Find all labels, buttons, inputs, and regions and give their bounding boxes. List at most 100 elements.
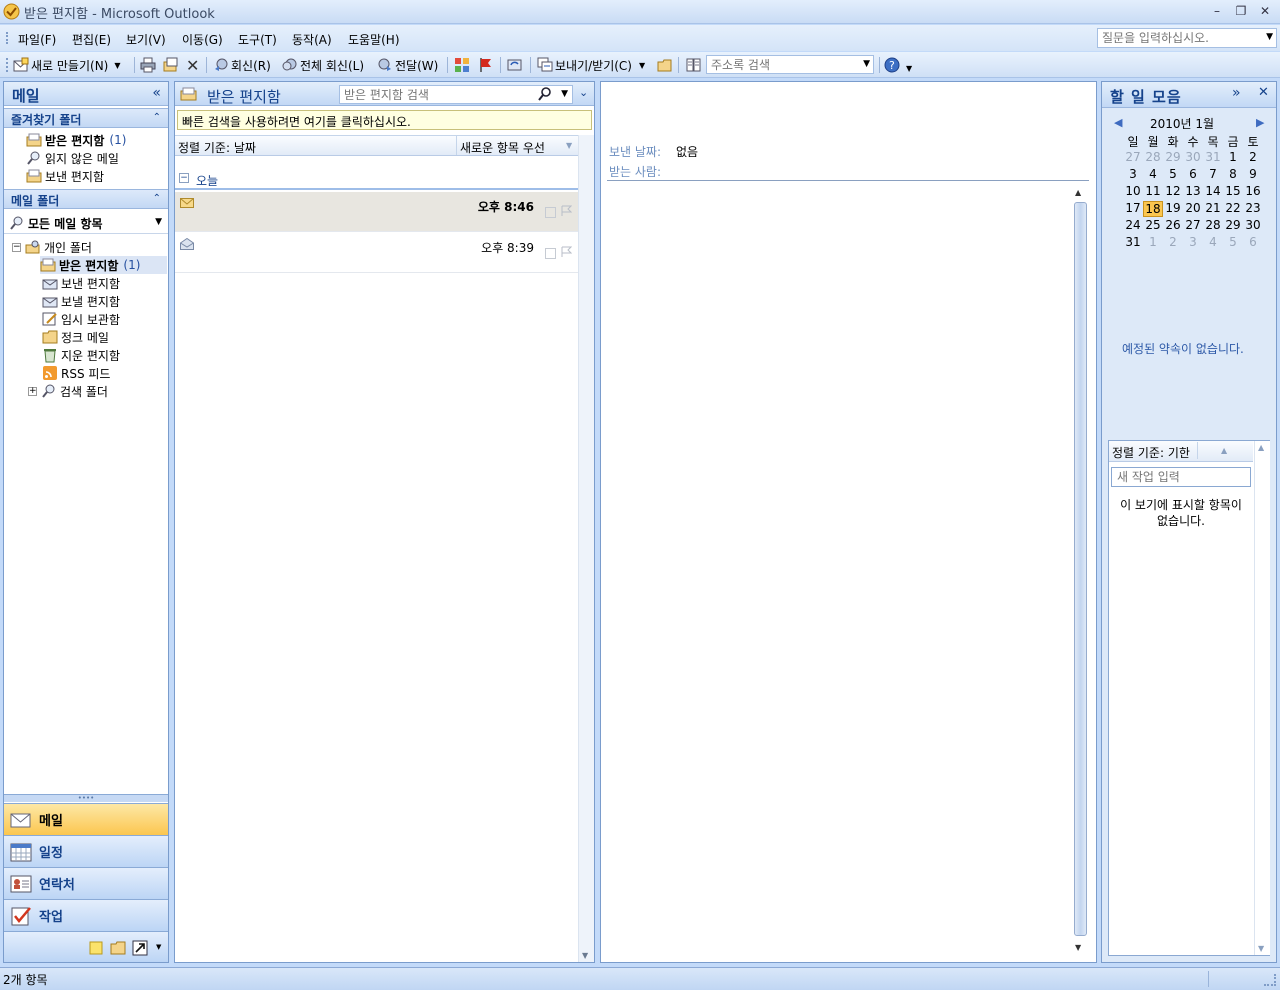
mail-folders-header[interactable]: 메일 폴더 ⌃ (4, 189, 168, 209)
collapse-navigation-icon[interactable]: « (152, 85, 161, 101)
calendar-day[interactable]: 11 (1143, 184, 1163, 198)
previous-month-icon[interactable]: ◀ (1114, 116, 1122, 129)
favorite-inbox[interactable]: 받은 편지함 (1) (26, 131, 126, 149)
calendar-today[interactable]: 18 (1143, 201, 1163, 217)
calendar-day[interactable]: 3 (1123, 167, 1143, 181)
next-month-icon[interactable]: ▶ (1256, 116, 1264, 129)
move-to-folder-button[interactable] (163, 56, 181, 74)
folder-outbox[interactable]: 보낼 편지함 (42, 292, 120, 310)
sort-order-label[interactable]: 새로운 항목 우선 (460, 139, 545, 156)
address-book-button[interactable] (686, 56, 704, 74)
flag-status-icon[interactable] (560, 205, 572, 217)
menu-view[interactable]: 보기(V) (126, 31, 166, 48)
expand-todo-icon[interactable]: » (1232, 85, 1241, 101)
calendar-day[interactable]: 6 (1183, 167, 1203, 181)
calendar-day[interactable]: 4 (1143, 167, 1163, 181)
toolbar-grip[interactable] (6, 58, 9, 72)
nav-button-tasks[interactable]: 작업 (4, 899, 168, 931)
search-icon[interactable] (538, 87, 552, 101)
shortcuts-icon[interactable] (132, 940, 148, 956)
calendar-day[interactable]: 16 (1243, 184, 1263, 198)
help-button[interactable]: ? (884, 56, 902, 74)
maximize-button[interactable]: ❐ (1230, 3, 1252, 19)
favorite-unread-mail[interactable]: 읽지 않은 메일 (26, 149, 119, 167)
forward-button[interactable]: 전달(W) (377, 56, 438, 74)
close-button[interactable]: ✕ (1254, 3, 1276, 19)
address-search-dropdown-icon[interactable]: ▼ (863, 59, 870, 69)
task-list-scrollbar[interactable]: ▲ ▼ (1254, 441, 1270, 955)
menu-edit[interactable]: 편집(E) (72, 31, 111, 48)
calendar-day[interactable]: 23 (1243, 201, 1263, 215)
calendar-day[interactable]: 1 (1223, 150, 1243, 164)
notes-icon[interactable] (88, 940, 104, 956)
collapse-favorites-icon[interactable]: ⌃ (153, 112, 161, 123)
calendar-day[interactable]: 25 (1143, 218, 1163, 232)
nav-button-contacts[interactable]: 연락처 (4, 867, 168, 899)
calendar-day[interactable]: 29 (1223, 218, 1243, 232)
expand-query-builder-icon[interactable]: ⌄ (579, 86, 588, 99)
collapse-mail-folders-icon[interactable]: ⌃ (153, 193, 161, 204)
menu-file[interactable]: 파일(F) (18, 31, 56, 48)
scroll-up-icon[interactable]: ▲ (1258, 443, 1264, 452)
scroll-down-icon[interactable]: ▼ (1258, 944, 1264, 953)
categorize-checkbox[interactable] (545, 207, 556, 218)
calendar-day[interactable]: 27 (1123, 150, 1143, 164)
scroll-up-icon[interactable]: ▲ (1075, 188, 1081, 197)
send-receive-dropdown-icon[interactable]: ▼ (639, 61, 645, 70)
configure-buttons-icon[interactable]: ▼ (156, 943, 161, 951)
new-dropdown-icon[interactable]: ▼ (114, 61, 120, 70)
quick-search-hint-bar[interactable]: 빠른 검색을 사용하려면 여기를 클릭하십시오. (177, 110, 592, 130)
calendar-day[interactable]: 31 (1203, 150, 1223, 164)
find-folder-button[interactable] (657, 56, 675, 74)
print-button[interactable] (140, 56, 158, 74)
collapse-group-icon[interactable]: − (179, 173, 189, 183)
favorite-sent-items[interactable]: 보낸 편지함 (26, 167, 104, 185)
categorize-checkbox[interactable] (545, 248, 556, 259)
calendar-day[interactable]: 31 (1123, 235, 1143, 249)
folder-deleted-items[interactable]: 지운 편지함 (42, 346, 120, 364)
calendar-day[interactable]: 28 (1203, 218, 1223, 232)
sort-by-label[interactable]: 정렬 기준: 날짜 (178, 139, 256, 156)
folder-sent-items[interactable]: 보낸 편지함 (42, 274, 120, 292)
calendar-day[interactable]: 27 (1183, 218, 1203, 232)
minimize-button[interactable]: – (1206, 3, 1228, 19)
folder-list-icon[interactable] (110, 940, 126, 956)
folder-drafts[interactable]: 임시 보관함 (42, 310, 120, 328)
calendar-day[interactable]: 1 (1143, 235, 1163, 249)
calendar-day[interactable]: 28 (1143, 150, 1163, 164)
calendar-day[interactable]: 30 (1243, 218, 1263, 232)
message-row[interactable]: 오후 8:46 (175, 192, 578, 232)
scroll-down-icon[interactable]: ▼ (582, 951, 588, 960)
reply-all-button[interactable]: 전체 회신(L) (282, 56, 364, 74)
help-question-input[interactable] (1098, 29, 1258, 47)
folder-inbox[interactable]: 받은 편지함 (1) (40, 256, 167, 274)
scroll-down-icon[interactable]: ▼ (1075, 943, 1081, 952)
calendar-day[interactable]: 7 (1203, 167, 1223, 181)
calendar-day[interactable]: 15 (1223, 184, 1243, 198)
calendar-day[interactable]: 21 (1203, 201, 1223, 215)
calendar-day[interactable]: 8 (1223, 167, 1243, 181)
folder-junk-mail[interactable]: 정크 메일 (42, 328, 109, 346)
message-list-scrollbar[interactable]: ▼ (578, 135, 594, 962)
delete-button[interactable]: ✕ (186, 56, 199, 75)
calendar-day[interactable]: 30 (1183, 150, 1203, 164)
close-todo-icon[interactable]: ✕ (1258, 85, 1269, 100)
expand-tree-icon[interactable]: + (28, 386, 37, 396)
calendar-day[interactable]: 5 (1163, 167, 1183, 181)
inbox-search-box[interactable]: ▼ (339, 85, 573, 104)
sort-order-chevron-icon[interactable]: ▼ (566, 141, 572, 150)
task-sort-label[interactable]: 정렬 기준: 기한 (1112, 444, 1190, 461)
calendar-day[interactable]: 10 (1123, 184, 1143, 198)
calendar-day[interactable]: 24 (1123, 218, 1143, 232)
collapse-tree-icon[interactable]: − (12, 242, 21, 252)
calendar-day[interactable]: 2 (1163, 235, 1183, 249)
task-sort-chevron-icon[interactable]: ▲ (1221, 446, 1227, 455)
calendar-day[interactable]: 29 (1163, 150, 1183, 164)
task-sort-bar[interactable]: 정렬 기준: 기한 ▲ (1109, 441, 1253, 462)
address-book-search-input[interactable] (707, 56, 855, 73)
toolbar-options-icon[interactable]: ▼ (906, 64, 912, 73)
all-mail-dropdown-icon[interactable]: ▼ (155, 217, 162, 227)
calendar-day[interactable]: 2 (1243, 150, 1263, 164)
calendar-day[interactable]: 4 (1203, 235, 1223, 249)
scrollbar-thumb[interactable] (1074, 202, 1087, 936)
